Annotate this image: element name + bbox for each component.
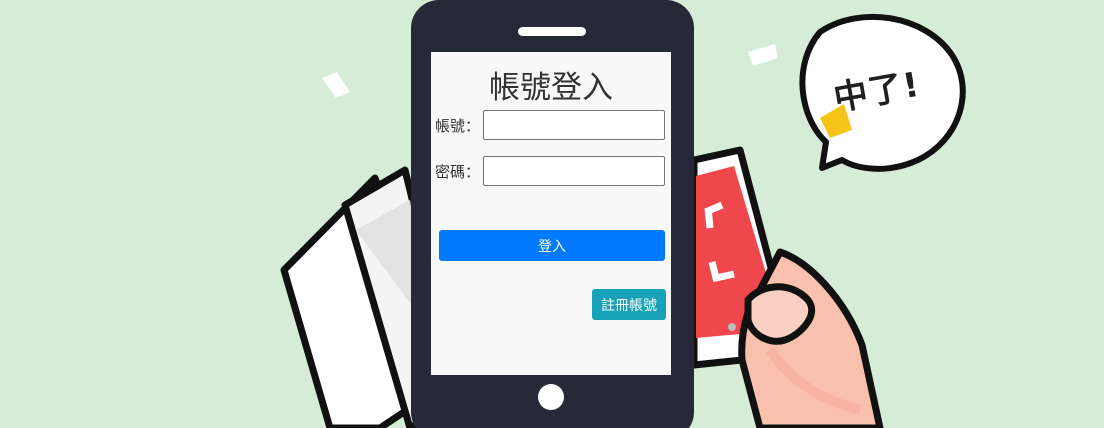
password-label: 密碼： bbox=[435, 163, 481, 181]
account-input[interactable] bbox=[483, 110, 665, 140]
register-button[interactable]: 註冊帳號 bbox=[592, 289, 666, 320]
account-label: 帳號： bbox=[435, 117, 481, 135]
hand-illustration bbox=[738, 248, 884, 428]
confetti-piece bbox=[322, 72, 350, 98]
account-field-row: 帳號： bbox=[435, 110, 667, 140]
phone-screen: 帳號登入 帳號： 密碼： 登入 註冊帳號 bbox=[431, 52, 671, 375]
page-title: 帳號登入 bbox=[489, 70, 613, 106]
password-input[interactable] bbox=[483, 156, 665, 186]
confetti-piece bbox=[748, 44, 778, 66]
password-field-row: 密碼： bbox=[435, 156, 667, 186]
login-button[interactable]: 登入 bbox=[439, 230, 665, 261]
